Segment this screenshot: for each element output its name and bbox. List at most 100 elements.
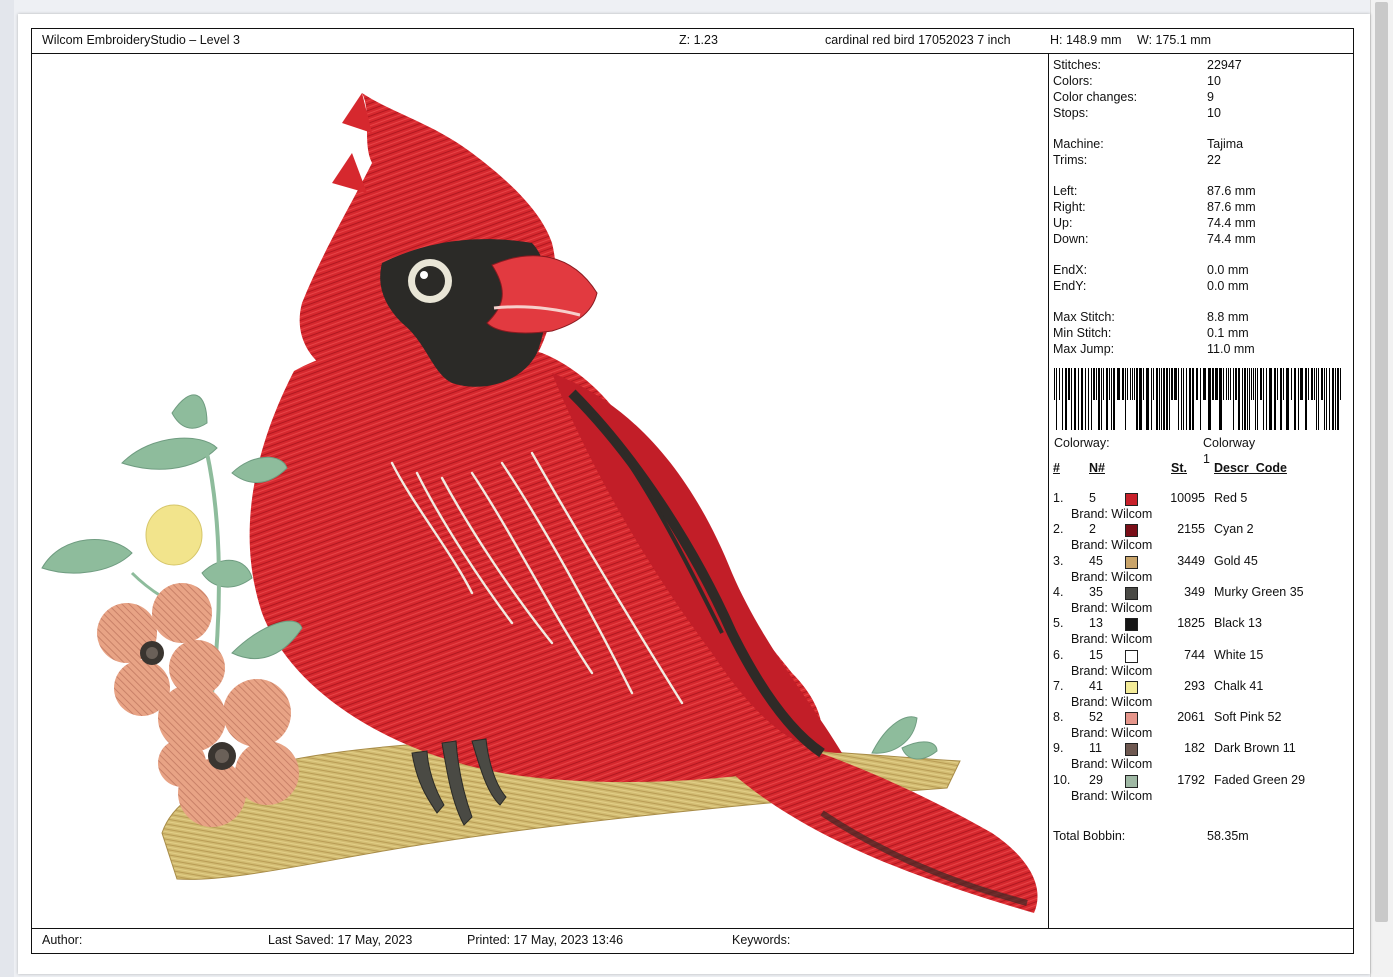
barcode-bar xyxy=(1181,368,1182,430)
barcode-bar xyxy=(1088,368,1089,430)
barcode-bar xyxy=(1200,368,1201,430)
stat-value: 9 xyxy=(1207,90,1214,104)
thread-entry: 8. 52 2061 Soft Pink 52 Brand: Wilcom xyxy=(1053,710,1353,741)
thread-number: 41 xyxy=(1089,678,1103,693)
barcode-bar xyxy=(1249,368,1250,430)
thread-description: Black 13 xyxy=(1214,616,1262,631)
stat-row: Stops: 10 xyxy=(1053,105,1221,121)
scrollbar-thumb[interactable] xyxy=(1375,2,1388,922)
thread-stitches: 182 xyxy=(1184,741,1205,756)
thread-entry: 3. 45 3449 Gold 45 Brand: Wilcom xyxy=(1053,554,1353,585)
barcode-bar xyxy=(1196,368,1198,400)
barcode-bar xyxy=(1300,368,1303,400)
barcode-bar xyxy=(1208,368,1211,430)
barcode-bar xyxy=(1189,368,1191,430)
thread-stitches: 3449 xyxy=(1177,553,1205,568)
stat-row: Machine: Tajima xyxy=(1053,136,1243,152)
stat-value: 8.8 mm xyxy=(1207,310,1249,324)
stat-label: Down: xyxy=(1053,232,1089,246)
thread-entry: 6. 15 744 White 15 Brand: Wilcom xyxy=(1053,648,1353,679)
barcode-bar xyxy=(1257,368,1258,430)
thread-number: 2 xyxy=(1089,522,1096,537)
bird-body xyxy=(249,339,822,783)
thread-index: 4. xyxy=(1053,584,1064,599)
barcode-bar xyxy=(1340,368,1341,400)
total-bobbin-label: Total Bobbin: xyxy=(1053,829,1126,843)
thread-stitches: 349 xyxy=(1184,584,1205,599)
barcode-bar xyxy=(1337,368,1339,430)
barcode-bar xyxy=(1146,368,1149,430)
stat-label: Stops: xyxy=(1053,106,1089,120)
barcode-bar xyxy=(1136,368,1138,430)
zoom-level: Z: 1.23 xyxy=(679,33,718,47)
thread-color-swatch xyxy=(1125,712,1138,726)
barcode-bar xyxy=(1212,368,1214,400)
thread-number: 52 xyxy=(1089,710,1103,725)
barcode-bar xyxy=(1308,368,1309,400)
thread-stitches: 293 xyxy=(1184,678,1205,693)
vertical-scrollbar[interactable] xyxy=(1370,0,1393,977)
thread-description: Red 5 xyxy=(1214,491,1248,505)
barcode xyxy=(1054,368,1341,430)
barcode-bar xyxy=(1326,368,1327,430)
stat-label: Machine: xyxy=(1053,137,1104,151)
stat-row: Min Stitch: 0.1 mm xyxy=(1053,325,1249,341)
worksheet-frame: Wilcom EmbroideryStudio – Level 3 Z: 1.2… xyxy=(31,28,1354,954)
stat-label: Stitches: xyxy=(1053,58,1101,72)
barcode-bar xyxy=(1324,368,1325,430)
thread-index: 7. xyxy=(1053,678,1064,693)
barcode-bar xyxy=(1238,368,1240,430)
thread-number: 11 xyxy=(1089,741,1102,756)
barcode-bar xyxy=(1192,368,1194,430)
thread-brand: Brand: Wilcom xyxy=(1071,694,1153,709)
thread-description: Gold 45 xyxy=(1214,553,1258,568)
barcode-bar xyxy=(1134,368,1135,400)
thread-stitches: 2155 xyxy=(1177,522,1205,537)
thread-color-swatch xyxy=(1125,680,1138,694)
barcode-bar xyxy=(1101,368,1102,430)
barcode-bar xyxy=(1314,368,1315,400)
barcode-bar xyxy=(1085,368,1086,430)
barcode-bar xyxy=(1251,368,1252,400)
barcode-bar xyxy=(1156,368,1158,430)
barcode-bar xyxy=(1062,368,1063,430)
stat-value: 0.0 mm xyxy=(1207,279,1249,293)
stat-row: Right: 87.6 mm xyxy=(1053,199,1256,215)
barcode-bar xyxy=(1125,368,1126,430)
stat-row: Down: 74.4 mm xyxy=(1053,231,1256,247)
barcode-bar xyxy=(1247,368,1248,430)
last-saved: Last Saved: 17 May, 2023 xyxy=(268,933,413,947)
stat-label: Min Stitch: xyxy=(1053,326,1112,340)
barcode-bar xyxy=(1286,368,1289,430)
barcode-bar xyxy=(1298,368,1299,430)
thread-index: 9. xyxy=(1053,741,1064,756)
thread-number: 35 xyxy=(1089,584,1103,599)
barcode-bar xyxy=(1096,368,1097,400)
page-margin xyxy=(0,0,14,977)
thread-brand: Brand: Wilcom xyxy=(1071,663,1153,678)
barcode-bar xyxy=(1161,368,1162,430)
stat-row: Stitches: 22947 xyxy=(1053,57,1242,73)
stat-label: EndY: xyxy=(1053,279,1087,293)
stat-label: EndX: xyxy=(1053,263,1088,277)
barcode-bar xyxy=(1054,368,1055,400)
barcode-bar xyxy=(1226,368,1227,400)
stat-row: Trims: 22 xyxy=(1053,152,1221,168)
barcode-bar xyxy=(1183,368,1184,430)
barcode-bar xyxy=(1056,368,1057,430)
stat-row: EndX: 0.0 mm xyxy=(1053,262,1249,278)
barcode-bar xyxy=(1242,368,1243,430)
total-bobbin-row: Total Bobbin: 58.35m xyxy=(1053,829,1249,843)
thread-description: Cyan 2 xyxy=(1214,522,1254,537)
thread-number: 29 xyxy=(1089,772,1103,787)
barcode-bar xyxy=(1186,368,1187,430)
thread-number: 5 xyxy=(1089,491,1096,505)
col-idx-header: # xyxy=(1053,461,1060,475)
col-descr-header: Descr_Code xyxy=(1214,461,1287,475)
stat-value: 22 xyxy=(1207,153,1221,167)
barcode-bar xyxy=(1332,368,1334,430)
barcode-bar xyxy=(1098,368,1100,430)
barcode-bar xyxy=(1219,368,1222,430)
colorway-label: Colorway: xyxy=(1054,436,1110,450)
thread-stitches: 2061 xyxy=(1177,710,1205,725)
